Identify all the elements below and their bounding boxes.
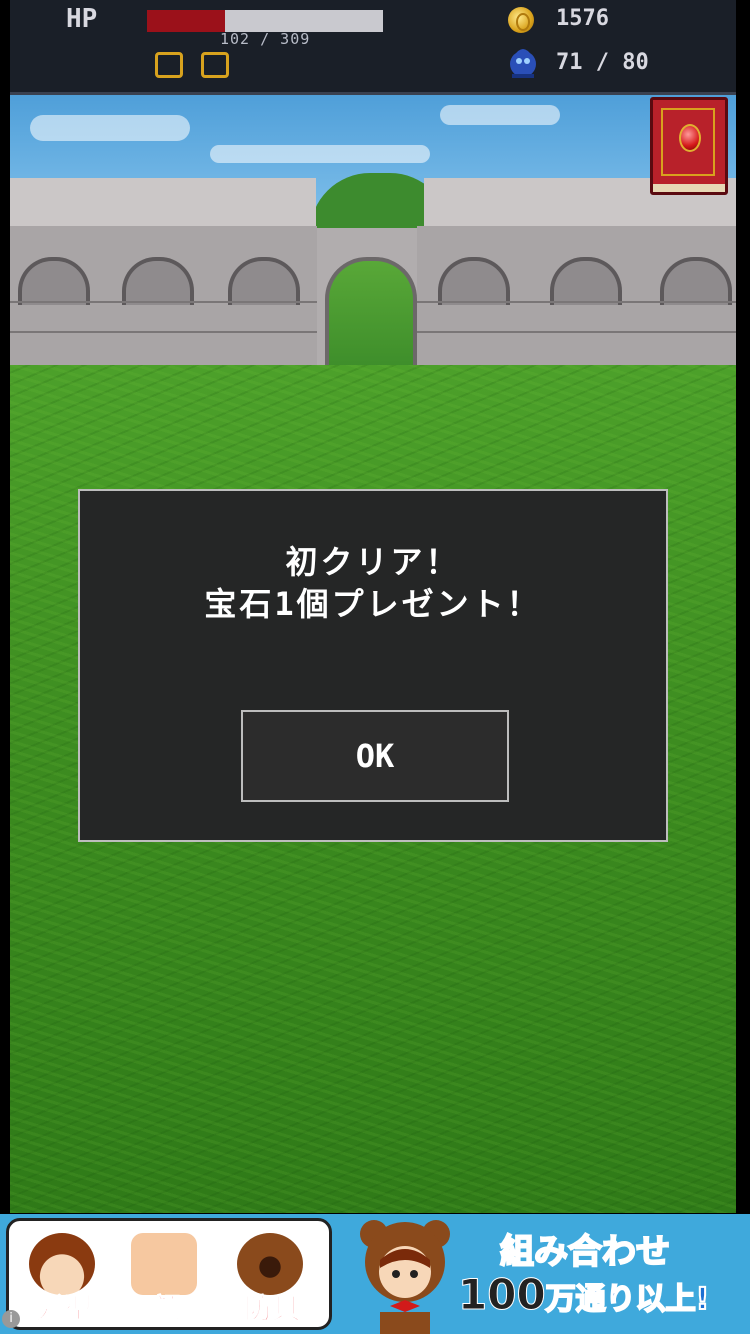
ad-character-image xyxy=(360,1220,450,1334)
ad-subtitle-text: 万通り以上! xyxy=(545,1281,711,1318)
ok-button[interactable]: OK xyxy=(241,710,509,802)
monster-icon xyxy=(510,49,536,78)
ad-label-armor: 防具 xyxy=(243,1292,300,1326)
ad-bubble: 髪型 顔 防具 xyxy=(6,1218,332,1330)
dialog-message-line1: 初クリア！ xyxy=(285,543,461,581)
hair-image xyxy=(29,1233,95,1295)
reward-dialog: 初クリア！ 宝石1個プレゼント！ OK xyxy=(78,489,668,842)
ad-face-item: 顔 xyxy=(121,1227,211,1327)
item-slot-2[interactable] xyxy=(201,52,229,78)
face-image xyxy=(131,1233,197,1295)
item-slot-1[interactable] xyxy=(155,52,183,78)
brick-line xyxy=(417,301,736,303)
ad-subtitle: 100万通り以上! xyxy=(458,1270,711,1320)
hp-label: HP xyxy=(66,4,98,34)
ad-label-hair: 髪型 xyxy=(35,1292,92,1326)
monster-count: 71 / 80 xyxy=(556,50,649,75)
gem-icon xyxy=(679,124,701,152)
ad-label-face: 顔 xyxy=(151,1292,180,1326)
status-bar: HP 102 / 309 1576 71 / 80 xyxy=(10,0,736,95)
ad-banner[interactable]: 髪型 顔 防具 組み合わせ 100万通り以上! i xyxy=(0,1214,750,1334)
ad-armor-item: 防具 xyxy=(227,1227,317,1327)
coin-icon xyxy=(508,7,534,33)
brick-line xyxy=(417,331,736,333)
cloud xyxy=(30,115,190,141)
hp-bar xyxy=(147,10,383,32)
coin-count: 1576 xyxy=(556,6,609,31)
spellbook-button[interactable] xyxy=(650,97,728,195)
bear-hood-image xyxy=(237,1233,303,1295)
cloud xyxy=(440,105,560,125)
ad-hair-item: 髪型 xyxy=(19,1227,109,1327)
cloud xyxy=(210,145,430,163)
gate-opening xyxy=(325,257,417,371)
ad-title: 組み合わせ xyxy=(499,1231,671,1273)
info-icon[interactable]: i xyxy=(2,1310,20,1328)
hp-bar-fill xyxy=(147,10,225,32)
ad-subtitle-number: 100 xyxy=(458,1270,547,1320)
dialog-message-line2: 宝石1個プレゼント！ xyxy=(204,585,542,623)
wall-top-left xyxy=(10,178,316,230)
hp-value: 102 / 309 xyxy=(220,30,311,48)
brick-line xyxy=(10,331,317,333)
brick-line xyxy=(10,301,317,303)
